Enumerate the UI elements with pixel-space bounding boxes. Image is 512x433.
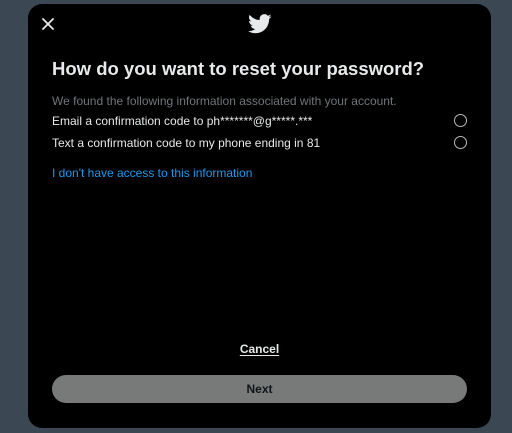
option-phone[interactable]: Text a confirmation code to my phone end… xyxy=(52,133,467,153)
option-email-radio[interactable] xyxy=(454,114,467,127)
dialog-subtitle: We found the following information assoc… xyxy=(52,94,397,108)
reset-password-dialog: How do you want to reset your password? … xyxy=(28,4,491,428)
cancel-label: Cancel xyxy=(239,342,280,356)
next-button[interactable]: Next xyxy=(52,375,467,403)
twitter-bird-icon xyxy=(248,14,272,34)
close-button[interactable] xyxy=(38,14,58,34)
twitter-logo xyxy=(248,13,272,35)
close-icon xyxy=(42,18,54,30)
no-access-link[interactable]: I don't have access to this information xyxy=(52,165,252,181)
cancel-button[interactable]: Cancel xyxy=(28,341,491,357)
option-email[interactable]: Email a confirmation code to ph*******@g… xyxy=(52,111,467,131)
option-phone-label: Text a confirmation code to my phone end… xyxy=(52,136,321,150)
dialog-title: How do you want to reset your password? xyxy=(52,58,425,79)
option-email-label: Email a confirmation code to ph*******@g… xyxy=(52,114,313,128)
option-phone-radio[interactable] xyxy=(454,136,467,149)
